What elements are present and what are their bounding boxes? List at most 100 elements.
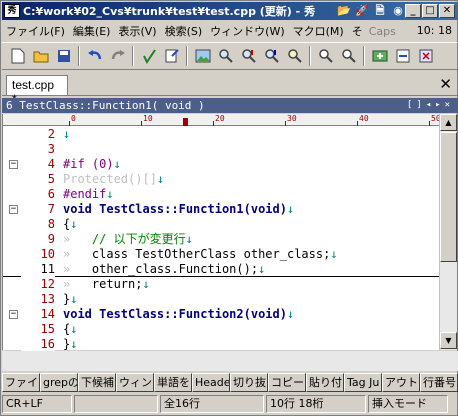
menu-window[interactable]: ウィンドウ(W) — [206, 23, 288, 39]
grep-icon[interactable] — [137, 45, 160, 67]
close-window-button[interactable]: ✕ — [439, 4, 455, 18]
find-icon[interactable] — [214, 45, 237, 67]
code-line[interactable]: 5 Protected()[]↓ — [3, 172, 440, 187]
code-line[interactable]: 12 » return;↓ — [3, 277, 440, 292]
save-icon[interactable] — [52, 45, 75, 67]
code-line[interactable]: 11 » other_class.Function();↓ — [3, 262, 440, 277]
horizontal-scrollbar[interactable] — [2, 351, 458, 371]
code-line[interactable]: −4 #if (0)↓ — [3, 157, 440, 172]
replace-icon[interactable] — [283, 45, 306, 67]
vertical-scrollbar[interactable]: ▲ ▼ — [439, 114, 457, 350]
line-number: 9 — [21, 232, 55, 247]
fkey-button[interactable]: 行番号 — [420, 373, 458, 392]
fold-toggle-icon[interactable]: − — [9, 310, 18, 319]
menu-search[interactable]: 検索(S) — [161, 23, 207, 39]
fkey-button[interactable]: 貼り付 — [306, 373, 344, 392]
code-token: Protected()[] — [63, 172, 157, 186]
find-next-icon[interactable] — [237, 45, 260, 67]
code-editor[interactable]: 0 10 20 30 40 50 2 ↓ 3−4 #if (0)↓ 5 Protected()[]↓… — [2, 114, 441, 367]
minimize-button[interactable]: _ — [405, 4, 421, 18]
menu-other[interactable]: そ — [348, 23, 367, 39]
code-line[interactable]: 16}↓ — [3, 337, 440, 352]
menu-file[interactable]: ファイル(F) — [2, 23, 69, 39]
code-token: » — [63, 232, 92, 246]
line-number: 6 — [21, 187, 55, 202]
line-code: ↓ — [63, 127, 70, 142]
ruler-mark: 0 — [71, 114, 76, 123]
line-code: » class TestOtherClass other_class;↓ — [63, 247, 338, 262]
menu-macro[interactable]: マクロ(M) — [289, 23, 348, 39]
code-line[interactable]: 9 » // 以下が変更行↓ — [3, 232, 440, 247]
line-code: }↓ — [63, 292, 77, 307]
scroll-up-icon[interactable]: ▲ — [440, 114, 457, 131]
rocket-icon[interactable]: 🚀 — [354, 3, 370, 18]
function-bar-controls[interactable]: []◂▸✕ — [407, 98, 454, 113]
code-line[interactable]: 10 » class TestOtherClass other_class;↓ — [3, 247, 440, 262]
document-icon[interactable]: 🗎 — [372, 3, 388, 18]
code-line[interactable]: 15 {↓ — [3, 322, 440, 337]
code-line[interactable]: −7 void TestClass::Function1(void)↓ — [3, 202, 440, 217]
menu-bar: ファイル(F) 編集(E) 表示(V) 検索(S) ウィンドウ(W) マクロ(M… — [2, 21, 458, 41]
settings-icon[interactable] — [414, 45, 437, 67]
fkey-button[interactable]: 切り抜 — [230, 373, 268, 392]
function-bar[interactable]: 6 TestClass::Function1( void ) []◂▸✕ — [2, 98, 458, 113]
code-line[interactable]: 8 {↓ — [3, 217, 440, 232]
code-line[interactable]: 2 ↓ — [3, 127, 440, 142]
code-token: ↓ — [70, 292, 78, 306]
code-token: ↓ — [63, 127, 71, 141]
code-token: ↓ — [70, 217, 78, 231]
fkey-button[interactable]: grepの — [40, 373, 78, 392]
line-number: 4 — [21, 157, 55, 172]
new-file-icon[interactable] — [6, 45, 29, 67]
find-prev-icon[interactable] — [260, 45, 283, 67]
fkey-button[interactable]: ウィンドウ — [116, 373, 154, 392]
ruler-mark: 30 — [287, 114, 297, 123]
fold-toggle-icon[interactable]: − — [9, 205, 18, 214]
redo-icon[interactable] — [106, 45, 129, 67]
folder-icon[interactable]: 📂 — [336, 3, 352, 18]
open-file-icon[interactable] — [29, 45, 52, 67]
back-icon[interactable] — [337, 45, 360, 67]
line-number: 12 — [21, 277, 55, 292]
fkey-button[interactable]: Tag Ju — [344, 373, 382, 392]
fkey-button[interactable]: ファイル — [2, 373, 40, 392]
fkey-button[interactable]: Header — [192, 373, 230, 392]
macro-icon[interactable] — [368, 45, 391, 67]
tag-jump-icon[interactable] — [314, 45, 337, 67]
scroll-down-icon[interactable]: ▼ — [440, 332, 457, 349]
jump-icon[interactable] — [160, 45, 183, 67]
fkey-button[interactable]: コピー — [268, 373, 306, 392]
code-line[interactable]: 6 #endif↓ — [3, 187, 440, 202]
code-token: ↓ — [106, 187, 114, 201]
menu-view[interactable]: 表示(V) — [114, 23, 160, 39]
menu-edit[interactable]: 編集(E) — [69, 23, 115, 39]
code-token: other_class.Function(); — [91, 262, 259, 276]
code-token: void TestClass::Function2(void) — [63, 307, 287, 321]
undo-icon[interactable] — [83, 45, 106, 67]
line-code: void TestClass::Function1(void)↓ — [63, 202, 294, 217]
image-icon[interactable] — [191, 45, 214, 67]
code-token: ↓ — [156, 172, 165, 186]
close-tab-icon[interactable]: ✕ — [439, 75, 452, 93]
line-number: 11 — [21, 262, 55, 277]
ruler-mark: 40 — [359, 114, 369, 123]
browser-icon[interactable]: ◉ — [390, 3, 406, 18]
fkey-button[interactable]: 下候補 — [78, 373, 116, 392]
scroll-thumb[interactable] — [440, 132, 457, 262]
line-code: » return;↓ — [63, 277, 150, 292]
code-line[interactable]: −14 void TestClass::Function2(void)↓ — [3, 307, 440, 322]
function-bar-text: 6 TestClass::Function1( void ) — [6, 99, 205, 112]
code-line[interactable]: 13}↓ — [3, 292, 440, 307]
line-number: 14 — [21, 307, 55, 322]
line-number: 3 — [21, 142, 55, 157]
app-icon[interactable]: 秀 — [4, 4, 20, 18]
fold-toggle-icon[interactable]: − — [9, 160, 18, 169]
fkey-button[interactable]: アウトライ — [382, 373, 420, 392]
code-line[interactable]: 3 — [3, 142, 440, 157]
compile-icon[interactable] — [391, 45, 414, 67]
tab-test-cpp[interactable]: test.cpp * — [6, 75, 68, 106]
line-code: void TestClass::Function2(void)↓ — [63, 307, 294, 322]
maximize-button[interactable]: □ — [422, 4, 438, 18]
window-title: C:¥work¥02_Cvs¥trunk¥test¥test.cpp (更新) … — [23, 5, 316, 18]
fkey-button[interactable]: 単語を — [154, 373, 192, 392]
